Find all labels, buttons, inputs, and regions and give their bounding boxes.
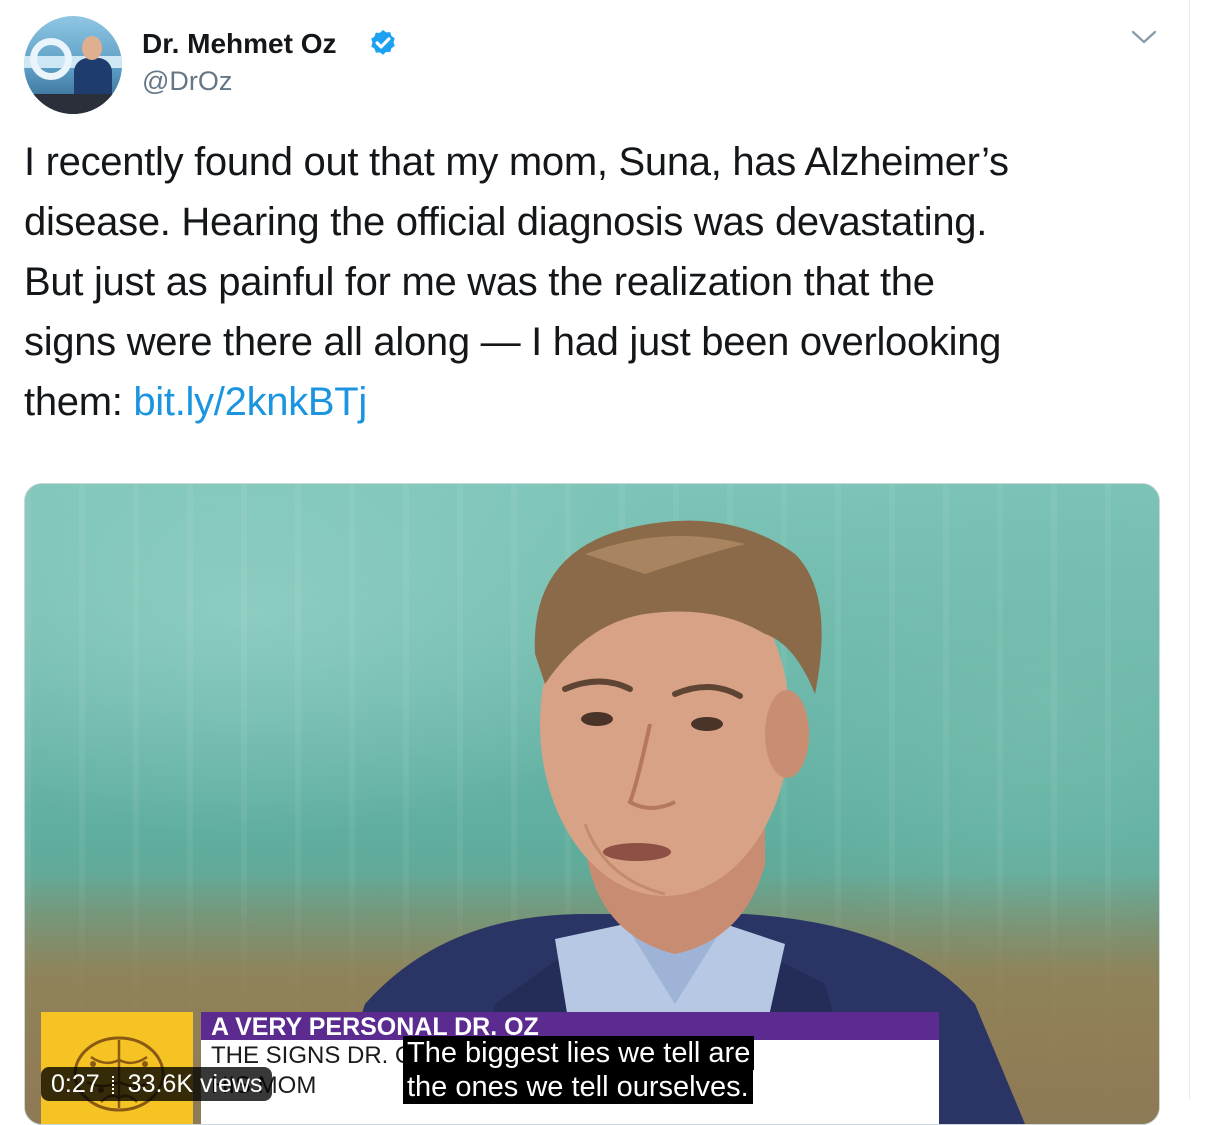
tweet-line: signs were there all along — I had just … bbox=[24, 320, 1002, 364]
badge-separator bbox=[111, 1076, 116, 1094]
lower-third-subtitle: THE SIGNS DR. O bbox=[211, 1042, 414, 1069]
video-view-count: 33.6K views bbox=[127, 1070, 263, 1098]
video-duration: 0:27 bbox=[51, 1070, 100, 1098]
avatar[interactable] bbox=[24, 16, 122, 114]
tweet-line: them: bit.ly/2knkBTj bbox=[24, 372, 1174, 432]
video-player[interactable]: A VERY PERSONAL DR. OZ THE SIGNS DR. O H… bbox=[24, 483, 1160, 1125]
tweet-line: I recently found out that my mom, Suna, … bbox=[24, 140, 1009, 184]
video-stats-badge: 0:27 33.6K views bbox=[41, 1067, 273, 1101]
tweet-text: I recently found out that my mom, Suna, … bbox=[24, 132, 1174, 432]
video-caption-line: the ones we tell ourselves. bbox=[403, 1070, 753, 1104]
avatar-logo-ring bbox=[30, 38, 72, 80]
video-caption-line: The biggest lies we tell are bbox=[403, 1036, 755, 1070]
tweet-line: disease. Hearing the official diagnosis … bbox=[24, 200, 988, 244]
timeline-divider bbox=[1189, 0, 1190, 1100]
avatar-desk bbox=[24, 94, 122, 114]
display-name[interactable]: Dr. Mehmet Oz bbox=[142, 26, 336, 62]
tweet-line: But just as painful for me was the reali… bbox=[24, 260, 935, 304]
tweet-line-prefix: them: bbox=[24, 380, 134, 424]
verified-badge-icon bbox=[371, 30, 395, 55]
user-handle[interactable]: @DrOz bbox=[142, 64, 232, 98]
tweet-link[interactable]: bit.ly/2knkBTj bbox=[133, 380, 367, 424]
chevron-down-icon[interactable] bbox=[1130, 26, 1158, 48]
